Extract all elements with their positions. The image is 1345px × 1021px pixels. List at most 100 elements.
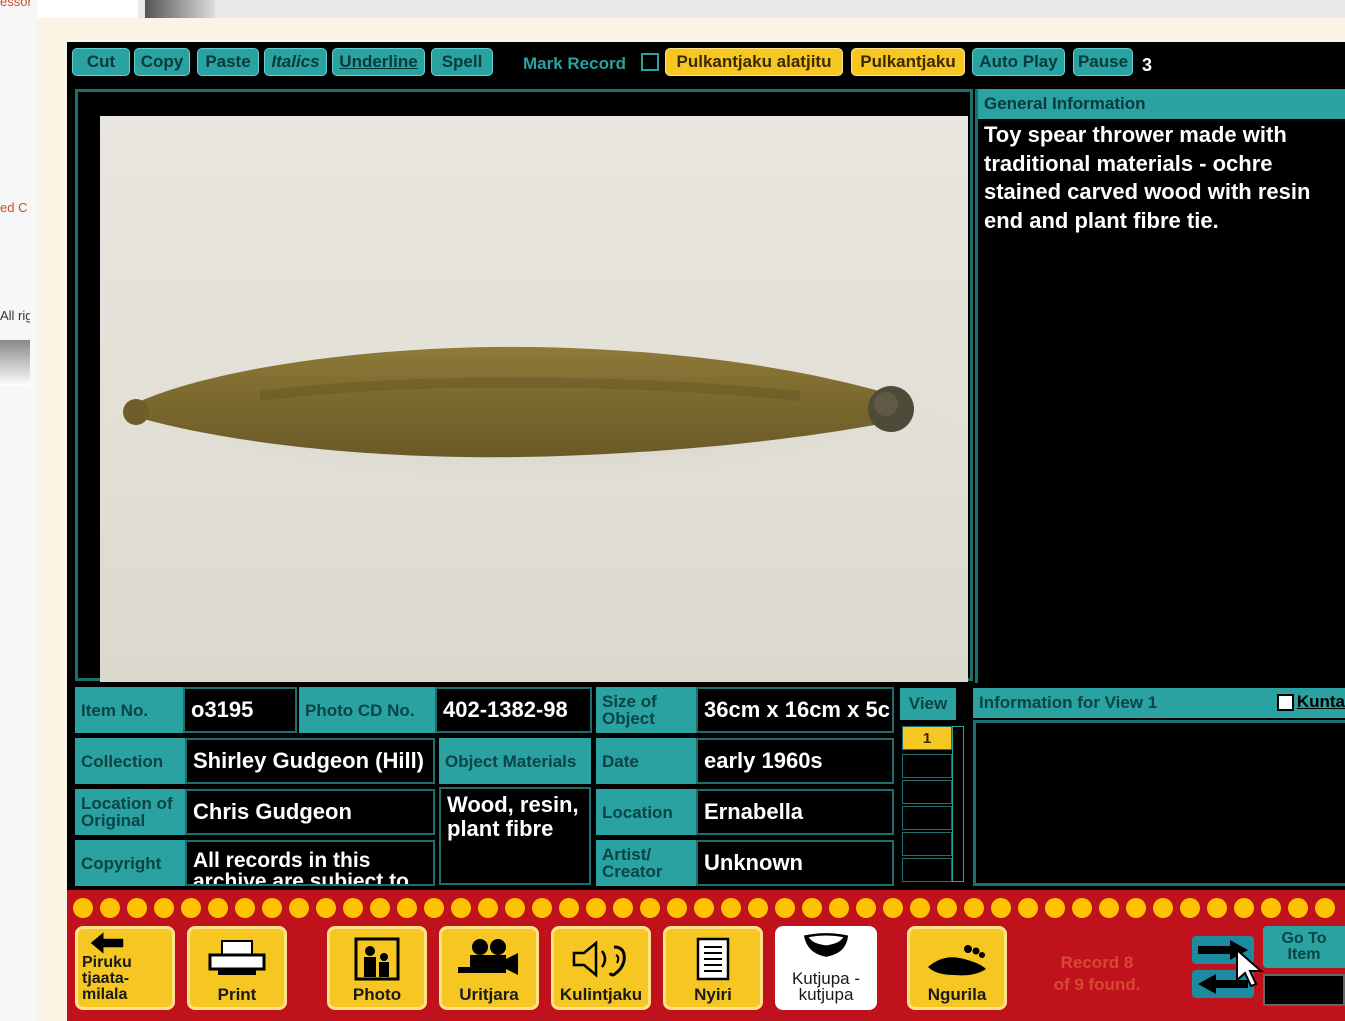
decorative-dot bbox=[964, 898, 984, 918]
photo-cd-label: Photo CD No. bbox=[299, 687, 435, 733]
general-information-panel: General Information Toy spear thrower ma… bbox=[975, 89, 1345, 683]
decorative-dot bbox=[451, 898, 471, 918]
background-bar bbox=[0, 340, 30, 386]
item-no-field[interactable]: o3195 bbox=[183, 687, 297, 733]
collection-label: Collection bbox=[75, 738, 185, 784]
decorative-dot bbox=[127, 898, 147, 918]
general-information-text[interactable]: Toy spear thrower made with traditional … bbox=[984, 121, 1345, 235]
decorative-dot bbox=[532, 898, 552, 918]
artist-creator-label: Artist/ Creator bbox=[596, 840, 696, 886]
kunta-toggle[interactable]: Kunta bbox=[1276, 692, 1345, 712]
record-status: Record 8 of 9 found. bbox=[1037, 952, 1157, 996]
kutjupa-label: Kutjupa - kutjupa bbox=[791, 969, 861, 1004]
location-of-original-field[interactable]: Chris Gudgeon bbox=[185, 789, 435, 835]
photo-cd-field[interactable]: 402-1382-98 bbox=[435, 687, 592, 733]
view-slot[interactable] bbox=[902, 780, 952, 804]
copy-button[interactable]: Copy bbox=[134, 48, 190, 76]
background-text-3: All rig bbox=[0, 308, 30, 323]
view-selector: View 1 bbox=[900, 688, 964, 884]
ngurila-button[interactable]: Ngurila bbox=[907, 926, 1007, 1010]
record-status-line-1: Record 8 bbox=[1060, 953, 1134, 972]
decorative-dot bbox=[1234, 898, 1254, 918]
underline-button[interactable]: Underline bbox=[332, 48, 425, 76]
cut-button[interactable]: Cut bbox=[72, 48, 130, 76]
print-button[interactable]: Print bbox=[187, 926, 287, 1010]
pause-button[interactable]: Pause bbox=[1073, 48, 1133, 76]
document-icon bbox=[696, 937, 730, 981]
artist-creator-field[interactable]: Unknown bbox=[696, 840, 894, 886]
toolbar: Cut Copy Paste Italics Underline Spell M… bbox=[67, 42, 1345, 86]
spear-thrower-image bbox=[110, 346, 950, 486]
date-field[interactable]: early 1960s bbox=[696, 738, 894, 784]
decorative-dot bbox=[289, 898, 309, 918]
kunta-label: Kunta bbox=[1296, 692, 1345, 711]
collection-field[interactable]: Shirley Gudgeon (Hill) bbox=[185, 738, 435, 784]
photo-button[interactable]: Photo bbox=[327, 926, 427, 1010]
copyright-label: Copyright bbox=[75, 840, 185, 886]
archive-application: Cut Copy Paste Italics Underline Spell M… bbox=[67, 42, 1345, 1021]
video-camera-icon bbox=[458, 939, 518, 975]
copyright-field[interactable]: All records in this archive are subject … bbox=[185, 840, 435, 886]
information-for-view-header: Information for View 1 Kunta bbox=[973, 688, 1345, 718]
spell-button[interactable]: Spell bbox=[431, 48, 493, 76]
object-materials-field[interactable]: Wood, resin, plant fibre bbox=[439, 787, 591, 885]
view-slot[interactable] bbox=[902, 754, 952, 778]
view-slot[interactable] bbox=[902, 806, 952, 830]
decorative-dot bbox=[154, 898, 174, 918]
object-photo bbox=[100, 116, 968, 682]
record-status-line-2: of 9 found. bbox=[1053, 975, 1141, 994]
go-to-item-input[interactable] bbox=[1263, 974, 1345, 1006]
decorative-dot bbox=[208, 898, 228, 918]
decorative-dot bbox=[883, 898, 903, 918]
nyiri-button[interactable]: Nyiri bbox=[663, 926, 763, 1010]
uritjara-button[interactable]: Uritjara bbox=[439, 926, 539, 1010]
kulintjaku-label: Kulintjaku bbox=[559, 985, 643, 1004]
decorative-dot bbox=[505, 898, 525, 918]
decorative-dot bbox=[613, 898, 633, 918]
go-to-item-button[interactable]: Go To Item bbox=[1263, 926, 1345, 968]
pulkantjaku-button[interactable]: Pulkantjaku bbox=[851, 48, 965, 76]
pulkantjaku-alatjitu-button[interactable]: Pulkantjaku alatjitu bbox=[665, 48, 843, 76]
auto-play-button[interactable]: Auto Play bbox=[972, 48, 1065, 76]
kunta-checkbox[interactable] bbox=[1276, 693, 1294, 711]
decorative-dot bbox=[100, 898, 120, 918]
kulintjaku-button[interactable]: Kulintjaku bbox=[551, 926, 651, 1010]
decorative-dot bbox=[937, 898, 957, 918]
decorative-dot bbox=[73, 898, 93, 918]
decorative-dot bbox=[721, 898, 741, 918]
decorative-dot bbox=[559, 898, 579, 918]
speaker-ear-icon bbox=[572, 940, 626, 978]
mark-record-checkbox[interactable] bbox=[641, 53, 659, 71]
information-for-view-title: Information for View 1 bbox=[979, 693, 1158, 712]
size-of-object-label: Size of Object bbox=[596, 687, 696, 733]
background-top-bar bbox=[0, 0, 1345, 18]
view-scrollbar[interactable] bbox=[952, 726, 964, 882]
footprint-icon bbox=[928, 945, 986, 976]
decorative-dot-row bbox=[67, 898, 1345, 918]
kutjupa-button[interactable]: Kutjupa - kutjupa bbox=[775, 926, 877, 1010]
information-for-view-body[interactable] bbox=[973, 720, 1345, 886]
decorative-dot bbox=[1207, 898, 1227, 918]
view-slot[interactable] bbox=[902, 832, 952, 856]
decorative-dot bbox=[181, 898, 201, 918]
decorative-dot bbox=[1153, 898, 1173, 918]
size-of-object-field[interactable]: 36cm x 16cm x 5c bbox=[696, 687, 894, 733]
background-text-2: ed C bbox=[0, 200, 28, 215]
bottom-navigation: Piruku tjaata-milala Print Photo Uritjar… bbox=[67, 890, 1345, 1021]
italics-button[interactable]: Italics bbox=[264, 48, 327, 76]
view-1-button[interactable]: 1 bbox=[902, 726, 952, 750]
back-arrow-icon bbox=[90, 932, 124, 954]
view-slot[interactable] bbox=[902, 858, 952, 882]
location-field[interactable]: Ernabella bbox=[696, 789, 894, 835]
background-gradient bbox=[145, 0, 215, 18]
paste-button[interactable]: Paste bbox=[197, 48, 259, 76]
decorative-dot bbox=[1180, 898, 1200, 918]
decorative-dot bbox=[316, 898, 336, 918]
piruku-button[interactable]: Piruku tjaata-milala bbox=[75, 926, 175, 1010]
nyiri-label: Nyiri bbox=[694, 985, 732, 1004]
decorative-dot bbox=[667, 898, 687, 918]
item-no-label: Item No. bbox=[75, 687, 183, 733]
decorative-dot bbox=[343, 898, 363, 918]
date-label: Date bbox=[596, 738, 696, 784]
pause-seconds-value[interactable]: 3 bbox=[1133, 52, 1161, 78]
